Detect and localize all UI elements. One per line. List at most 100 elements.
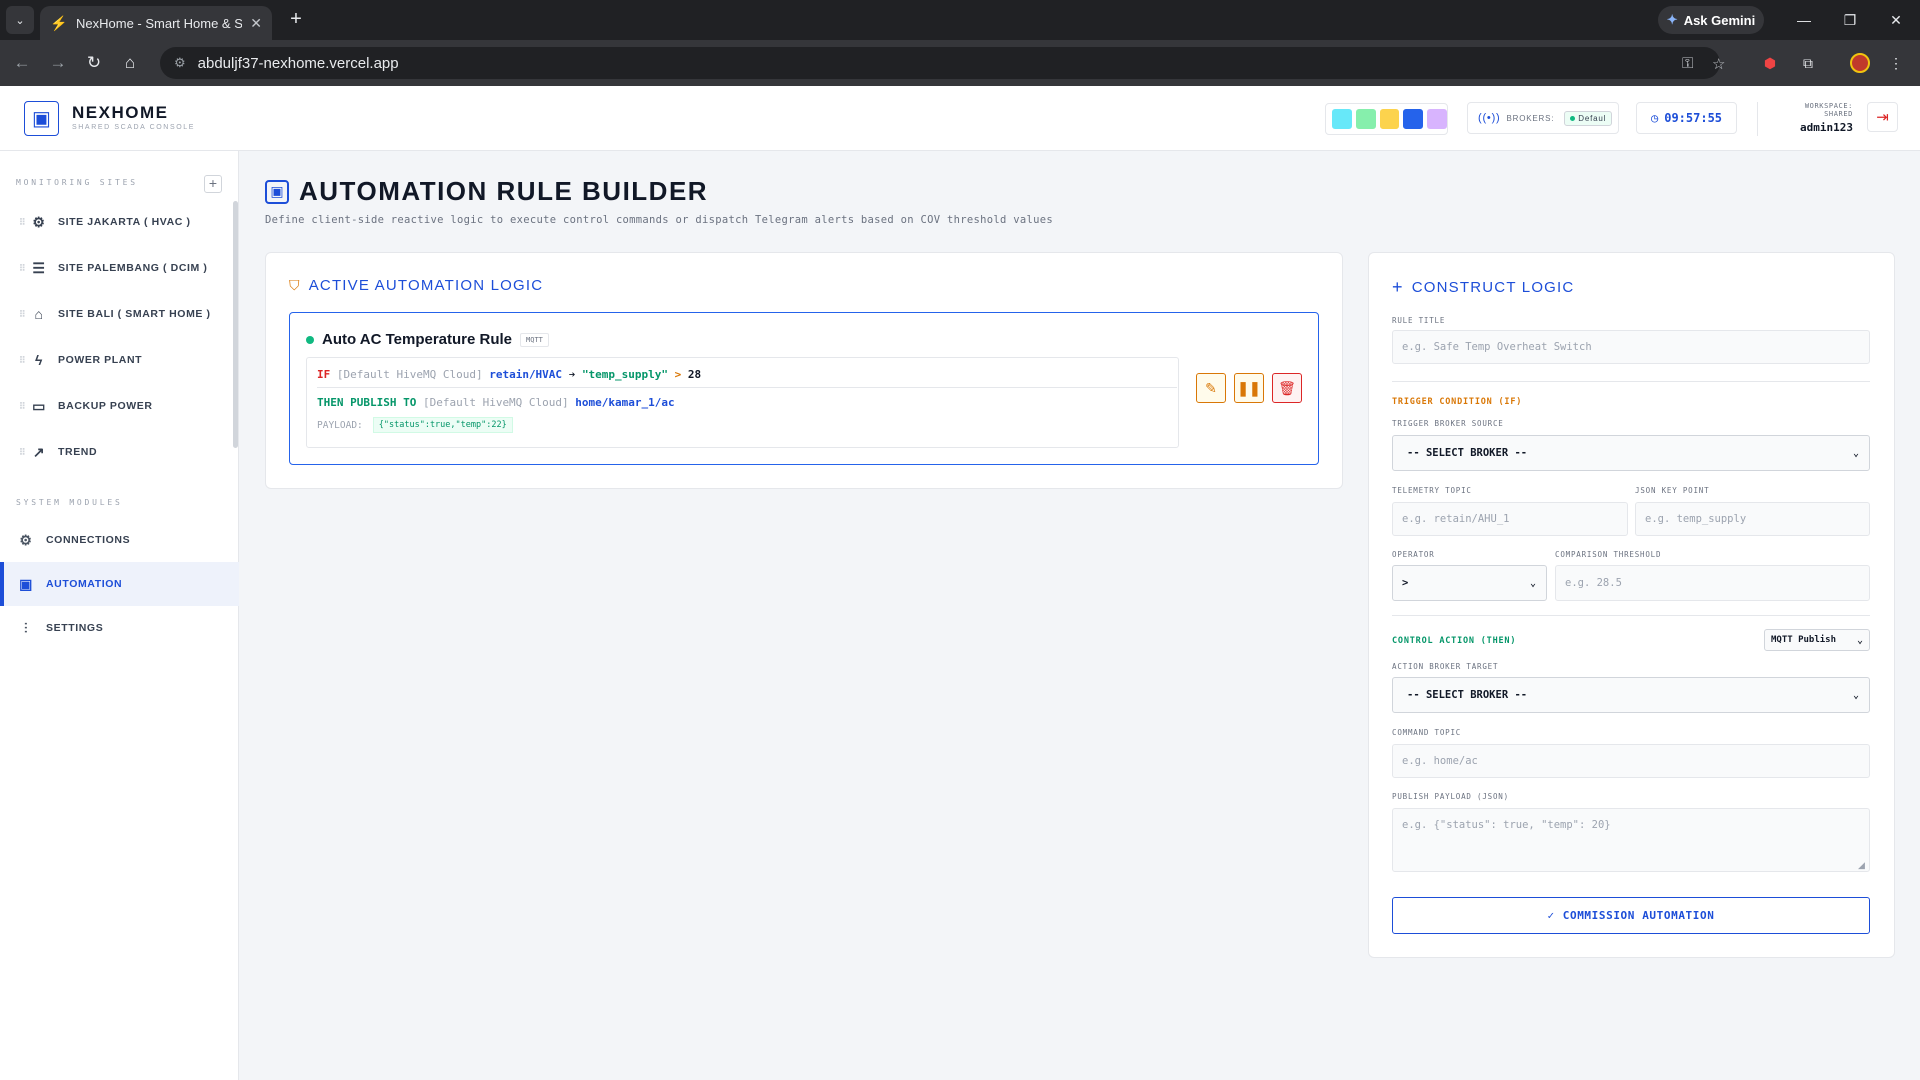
- sidebar-item-site-palembang[interactable]: ⠿ ☰ SITE PALEMBANG ( DCIM ): [0, 245, 233, 291]
- close-tab-icon[interactable]: ✕: [250, 15, 262, 32]
- sidebar-item-site-bali[interactable]: ⠿ ⌂ SITE BALI ( SMART HOME ): [0, 291, 233, 337]
- automation-rule-card: Auto AC Temperature Rule MQTT IF [Defaul…: [289, 312, 1319, 465]
- site-label: POWER PLANT: [58, 354, 143, 366]
- ask-gemini-label: Ask Gemini: [1683, 12, 1756, 28]
- json-key-input[interactable]: e.g. temp_supply: [1635, 502, 1870, 536]
- module-label: AUTOMATION: [46, 578, 123, 590]
- bookmark-star-icon[interactable]: ☆: [1712, 55, 1725, 73]
- server-icon: ☰: [32, 259, 46, 276]
- site-info-icon[interactable]: ⚙: [174, 55, 186, 71]
- extensions-puzzle-icon[interactable]: ⧉: [1798, 53, 1818, 73]
- address-bar[interactable]: ⚙ abduljf37-nexhome.vercel.app ⚿ ☆: [160, 47, 1725, 79]
- drag-handle-icon[interactable]: ⠿: [0, 447, 26, 458]
- payload-label: PAYLOAD:: [317, 419, 363, 431]
- trigger-broker-select[interactable]: -- SELECT BROKER -- ⌄: [1392, 435, 1870, 471]
- brand-name: NEXHOME: [72, 103, 169, 122]
- theme-color-picker: [1325, 103, 1448, 135]
- restore-button[interactable]: ❐: [1838, 8, 1862, 32]
- sidebar-item-power-plant[interactable]: ⠿ ϟ POWER PLANT: [0, 337, 233, 383]
- reload-icon[interactable]: ↻: [82, 51, 106, 75]
- command-topic-label: COMMAND TOPIC: [1392, 728, 1462, 737]
- browser-menu-icon[interactable]: ⋮: [1886, 53, 1906, 73]
- action-type-select[interactable]: MQTT Publish ⌄: [1764, 629, 1870, 651]
- clock-icon: ◷: [1650, 111, 1659, 125]
- edit-rule-button[interactable]: ✎: [1196, 373, 1226, 403]
- sliders-icon: ⫶: [23, 619, 29, 636]
- drag-handle-icon[interactable]: ⠿: [0, 309, 26, 320]
- sidebar-item-trend[interactable]: ⠿ ↗ TREND: [0, 429, 233, 475]
- active-logic-title-text: ACTIVE AUTOMATION LOGIC: [308, 277, 544, 294]
- theme-swatch-green[interactable]: [1355, 109, 1376, 129]
- trigger-broker-label: TRIGGER BROKER SOURCE: [1392, 419, 1504, 428]
- module-label: SETTINGS: [46, 622, 104, 634]
- app-header: ▣ NEXHOME SHARED SCADA CONSOLE ((•)) BRO…: [0, 86, 1920, 151]
- drag-handle-icon[interactable]: ⠿: [0, 263, 26, 274]
- profile-avatar[interactable]: [1850, 53, 1870, 73]
- resize-handle-icon[interactable]: ◢: [1858, 860, 1865, 871]
- browser-tab-title: NexHome - Smart Home & SCADA: [76, 15, 243, 31]
- url-text: abduljf37-nexhome.vercel.app: [197, 54, 399, 72]
- sidebar-item-backup-power[interactable]: ⠿ ▭ BACKUP POWER: [0, 383, 233, 429]
- page-title: AUTOMATION RULE BUILDER: [299, 176, 709, 206]
- divider: [1392, 615, 1870, 616]
- system-modules-label: SYSTEM MODULES: [16, 498, 123, 507]
- action-broker-select[interactable]: -- SELECT BROKER -- ⌄: [1392, 677, 1870, 713]
- pause-rule-button[interactable]: ❚❚: [1234, 373, 1264, 403]
- logout-button[interactable]: ⇥: [1867, 102, 1898, 132]
- browser-toolbar: ← → ↻ ⌂ ⚙ abduljf37-nexhome.vercel.app ⚿…: [0, 40, 1920, 86]
- command-topic-input[interactable]: e.g. home/ac: [1392, 744, 1870, 778]
- ask-gemini-button[interactable]: ✦ Ask Gemini: [1658, 6, 1764, 34]
- sidebar-item-automation[interactable]: ▣ AUTOMATION: [0, 562, 239, 606]
- then-keyword: THEN PUBLISH TO: [317, 396, 417, 409]
- clock-time: 09:57:55: [1664, 111, 1723, 125]
- telemetry-topic-placeholder: e.g. retain/AHU_1: [1402, 513, 1510, 525]
- new-tab-button[interactable]: +: [284, 8, 308, 32]
- if-topic: retain/HVAC: [489, 368, 563, 381]
- drag-handle-icon[interactable]: ⠿: [0, 355, 26, 366]
- forward-icon[interactable]: →: [46, 51, 70, 75]
- trash-icon: 🗑: [1278, 379, 1296, 396]
- module-label: CONNECTIONS: [46, 534, 131, 546]
- if-operator: >: [674, 368, 682, 381]
- publish-payload-textarea[interactable]: e.g. {"status": true, "temp": 20}: [1392, 808, 1870, 872]
- chevron-down-icon: ⌄: [1856, 634, 1863, 646]
- cpu-icon: ⚙: [32, 213, 46, 230]
- extension-icon[interactable]: ⬢: [1760, 53, 1780, 73]
- drag-handle-icon[interactable]: ⠿: [0, 217, 26, 228]
- back-icon[interactable]: ←: [10, 51, 34, 75]
- chevron-down-icon: ⌄: [1852, 447, 1859, 459]
- operator-label: OPERATOR: [1392, 550, 1435, 559]
- theme-swatch-cyan[interactable]: [1332, 109, 1352, 129]
- telemetry-topic-input[interactable]: e.g. retain/AHU_1: [1392, 502, 1628, 536]
- add-site-button[interactable]: +: [204, 175, 222, 193]
- drag-handle-icon[interactable]: ⠿: [0, 401, 26, 412]
- pencil-icon: ✎: [1205, 379, 1217, 396]
- sidebar-scrollbar[interactable]: [233, 201, 238, 448]
- commission-automation-button[interactable]: ✓ COMMISSION AUTOMATION: [1392, 897, 1870, 934]
- close-window-button[interactable]: ✕: [1884, 8, 1908, 32]
- delete-rule-button[interactable]: 🗑: [1272, 373, 1302, 403]
- trigger-broker-value: -- SELECT BROKER --: [1407, 447, 1528, 459]
- gear-icon: ⚙: [19, 531, 33, 548]
- sidebar: MONITORING SITES + ⠿ ⚙ SITE JAKARTA ( HV…: [0, 151, 239, 1080]
- theme-swatch-amber[interactable]: [1379, 109, 1400, 129]
- sidebar-item-connections[interactable]: ⚙ CONNECTIONS: [0, 518, 239, 562]
- rule-title-input[interactable]: e.g. Safe Temp Overheat Switch: [1392, 330, 1870, 364]
- favicon-icon: ⚡: [50, 15, 68, 31]
- theme-swatch-purple[interactable]: [1427, 109, 1447, 129]
- minimize-button[interactable]: —: [1792, 8, 1816, 32]
- broker-chip[interactable]: Defaul: [1564, 110, 1613, 126]
- construct-logic-title: + CONSTRUCT LOGIC: [1392, 277, 1574, 298]
- tab-search-button[interactable]: ⌄: [6, 6, 34, 34]
- sidebar-item-site-jakarta[interactable]: ⠿ ⚙ SITE JAKARTA ( HVAC ): [0, 199, 233, 245]
- brokers-status[interactable]: ((•)) BROKERS: Defaul: [1467, 102, 1619, 134]
- password-key-icon[interactable]: ⚿: [1682, 55, 1693, 72]
- browser-tab[interactable]: ⚡ NexHome - Smart Home & SCADA ✕: [40, 6, 272, 40]
- site-label: TREND: [58, 446, 98, 458]
- theme-swatch-blue[interactable]: [1401, 107, 1426, 131]
- home-icon[interactable]: ⌂: [118, 51, 142, 75]
- site-label: SITE PALEMBANG ( DCIM ): [58, 262, 208, 274]
- operator-select[interactable]: > ⌄: [1392, 565, 1547, 601]
- threshold-input[interactable]: e.g. 28.5: [1555, 565, 1870, 601]
- sidebar-item-settings[interactable]: ⫶ SETTINGS: [0, 606, 239, 650]
